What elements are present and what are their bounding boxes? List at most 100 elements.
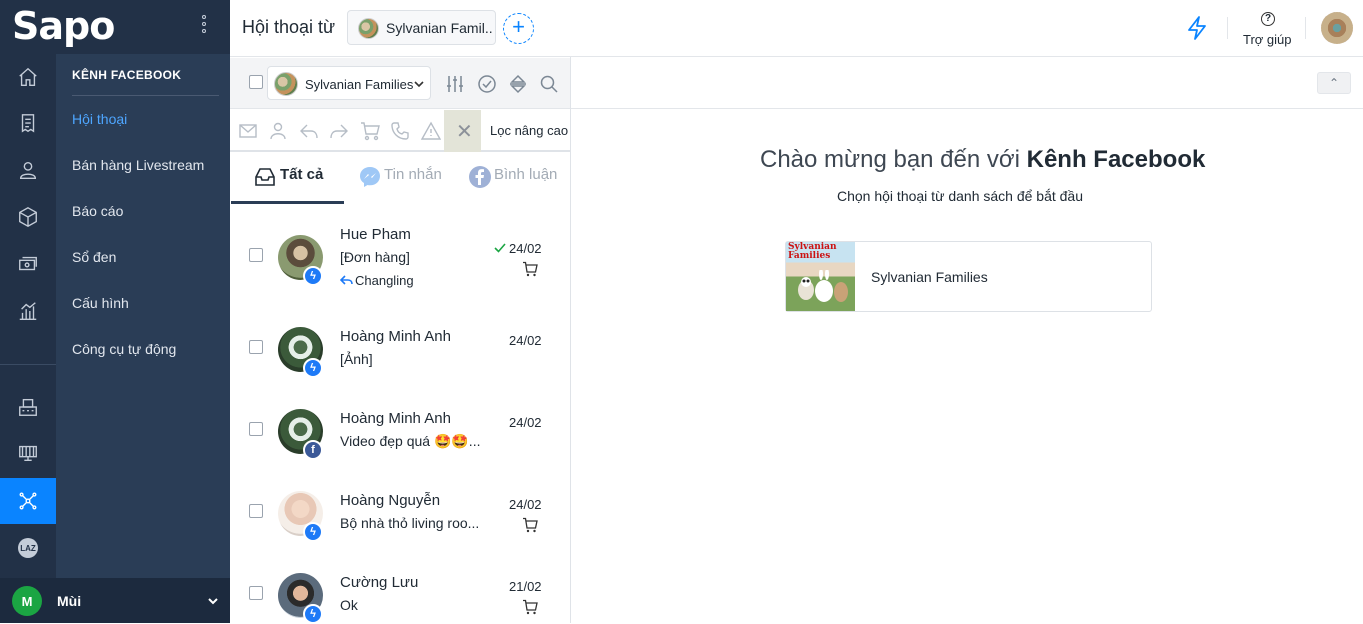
page-avatar (358, 18, 379, 39)
nav-item-livestream[interactable]: Bán hàng Livestream (72, 157, 204, 173)
reply-arrow-icon (340, 275, 353, 285)
nav-item-reports[interactable]: Báo cáo (72, 203, 123, 219)
forward-icon[interactable] (329, 121, 349, 141)
conversation-name[interactable]: Hue Pham (340, 226, 411, 243)
tab-comments[interactable]: Bình luận (494, 166, 557, 183)
lightning-icon[interactable] (1185, 15, 1209, 41)
lazada-icon[interactable]: LAZ (0, 525, 56, 571)
tab-all[interactable]: Tất cả (280, 166, 323, 183)
conversation-name[interactable]: Hoàng Nguyễn (340, 492, 440, 509)
conversation-checkbox[interactable] (249, 248, 263, 262)
clear-filter-button[interactable]: ✕ (444, 110, 481, 152)
messenger-badge-icon: ϟ (303, 522, 323, 542)
chevron-down-icon[interactable] (206, 594, 220, 608)
nav-panel (56, 0, 230, 623)
mail-icon[interactable] (238, 121, 258, 141)
thumbnail-figures (798, 270, 848, 302)
phone-icon[interactable] (390, 121, 410, 141)
nav-heading: KÊNH FACEBOOK (72, 68, 182, 82)
page-chip[interactable]: Sylvanian Famil.. (347, 10, 496, 45)
messenger-badge-icon: ϟ (303, 358, 323, 378)
messenger-icon (360, 167, 380, 187)
header-divider (1305, 17, 1306, 39)
conversation-checkbox[interactable] (249, 340, 263, 354)
main-toolbar (571, 58, 1363, 109)
welcome-subtitle: Chọn hội thoại từ danh sách để bắt đầu (837, 188, 1083, 204)
product-icon[interactable] (0, 194, 56, 240)
messenger-badge-icon: ϟ (303, 604, 323, 624)
channel-icon[interactable] (0, 478, 56, 524)
header-divider (1227, 17, 1228, 39)
nav-item-blacklist[interactable]: Sổ đen (72, 249, 116, 265)
tab-active-indicator (231, 201, 344, 204)
conversation-date: 24/02 (509, 333, 542, 348)
check-circle-icon[interactable] (477, 74, 497, 94)
cart-icon[interactable] (522, 517, 538, 533)
search-icon[interactable] (539, 74, 559, 94)
page-avatar (274, 72, 298, 96)
conversation-snippet: [Đơn hàng] (340, 249, 410, 265)
collapse-button[interactable]: ⌃ (1317, 72, 1351, 94)
user-icon[interactable] (268, 121, 288, 141)
conversation-snippet: Video đẹp quá 🤩🤩... (340, 433, 481, 449)
nav-heading-divider (72, 95, 219, 96)
conversation-name[interactable]: Cường Lưu (340, 574, 418, 591)
lazada-label: LAZ (18, 538, 38, 558)
advanced-filter-button[interactable]: Lọc nâng cao (490, 123, 568, 138)
tab-messages[interactable]: Tin nhắn (384, 166, 442, 183)
check-icon (494, 243, 506, 253)
conversation-date: 24/02 (509, 241, 542, 256)
cashbook-icon[interactable] (0, 241, 56, 287)
user-name[interactable]: Mùi (57, 593, 81, 609)
cart-icon[interactable] (522, 261, 538, 277)
more-menu-icon[interactable] (200, 12, 208, 40)
rail-divider (0, 364, 56, 365)
welcome-heading: Chào mừng bạn đến với Kênh Facebook (760, 146, 1205, 174)
nav-item-settings[interactable]: Cấu hình (72, 295, 129, 311)
page-chip-label: Sylvanian Famil.. (386, 20, 493, 36)
pos-icon[interactable] (0, 384, 56, 430)
thumbnail-title: Sylvanian Families (788, 243, 837, 261)
conversation-snippet: Bộ nhà thỏ living roo... (340, 515, 480, 531)
page-thumbnail: Sylvanian Families (786, 242, 855, 311)
home-icon[interactable] (0, 54, 56, 100)
cart-icon[interactable] (522, 599, 538, 615)
select-all-checkbox[interactable] (249, 75, 263, 89)
help-label[interactable]: Trợ giúp (1243, 32, 1292, 47)
cart-icon[interactable] (360, 121, 380, 141)
messenger-badge-icon: ϟ (303, 266, 323, 286)
nav-item-automation[interactable]: Công cụ tự động (72, 341, 176, 357)
add-page-button[interactable]: + (503, 13, 534, 44)
page-select-label: Sylvanian Families (305, 77, 414, 92)
user-avatar[interactable]: M (12, 586, 42, 616)
conversation-name[interactable]: Hoàng Minh Anh (340, 410, 451, 427)
facebook-badge-icon: f (303, 440, 323, 460)
store-icon[interactable] (0, 430, 56, 476)
page-title: Hội thoại từ (242, 17, 336, 37)
conversation-date: 21/02 (509, 579, 542, 594)
report-icon[interactable] (0, 288, 56, 334)
conversation-checkbox[interactable] (249, 586, 263, 600)
conversation-date: 24/02 (509, 415, 542, 430)
reply-author: Changling (355, 273, 414, 288)
warning-icon[interactable] (420, 121, 442, 141)
page-card-name[interactable]: Sylvanian Families (871, 269, 988, 285)
conversation-snippet: Ok (340, 597, 358, 613)
nav-item-conversations[interactable]: Hội thoại (72, 111, 127, 127)
reply-icon[interactable] (299, 121, 319, 141)
conversation-name[interactable]: Hoàng Minh Anh (340, 328, 451, 345)
page-select[interactable]: Sylvanian Families (267, 66, 431, 100)
orders-icon[interactable] (0, 100, 56, 146)
customer-icon[interactable] (0, 147, 56, 193)
welcome-prefix: Chào mừng bạn đến với (760, 146, 1027, 173)
sort-icon[interactable] (508, 74, 528, 94)
close-icon: ✕ (456, 121, 473, 143)
thumbnail-title-line: Families (788, 251, 831, 261)
conversation-checkbox[interactable] (249, 504, 263, 518)
account-avatar[interactable] (1321, 12, 1353, 44)
conversation-checkbox[interactable] (249, 422, 263, 436)
sapo-logo[interactable]: Sapo (12, 4, 115, 48)
filter-sliders-icon[interactable] (445, 74, 465, 94)
help-icon[interactable]: ? (1261, 12, 1275, 26)
facebook-icon (469, 166, 491, 188)
